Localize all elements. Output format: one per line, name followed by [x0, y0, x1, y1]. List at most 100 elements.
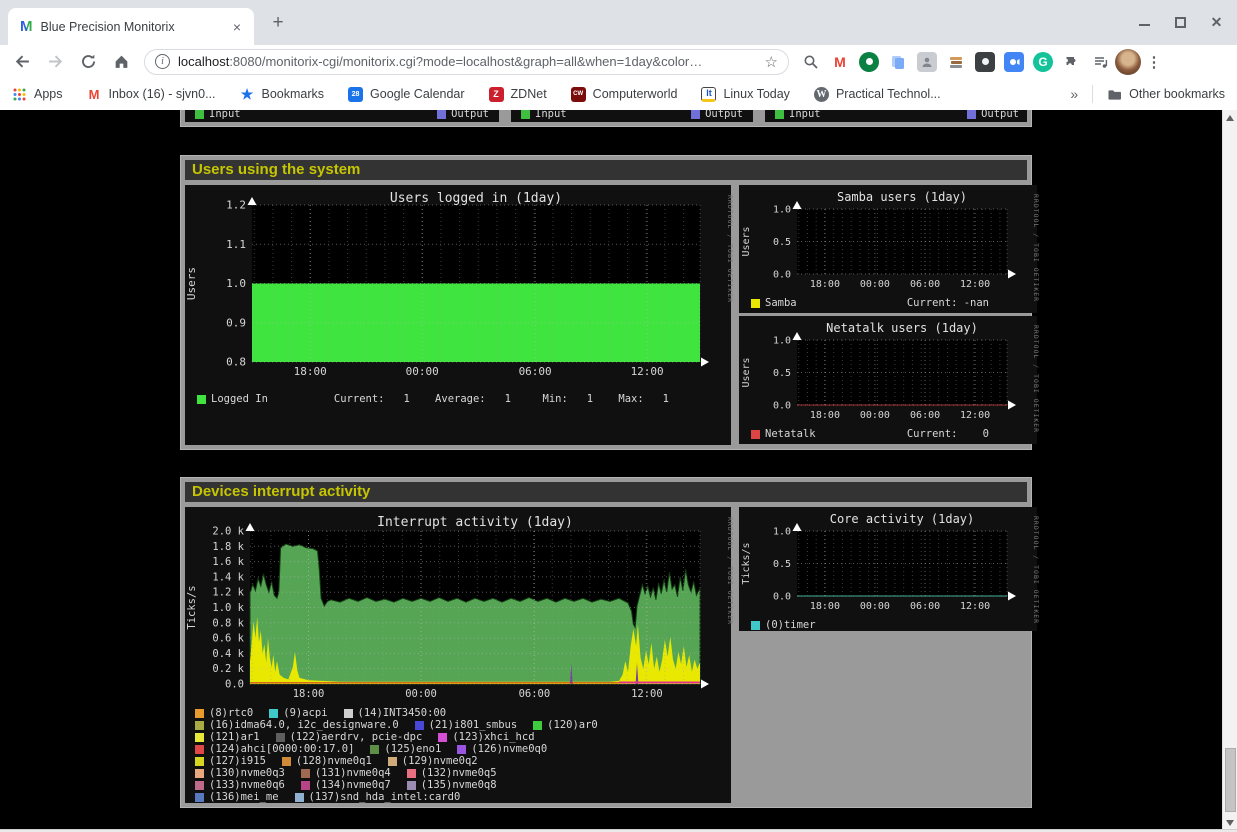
- bookmark-computerworld[interactable]: CW Computerworld: [571, 87, 678, 102]
- bookmark-zdnet[interactable]: Z ZDNet: [489, 87, 547, 102]
- bookmark-google-calendar[interactable]: 28 Google Calendar: [348, 87, 465, 102]
- legend-label: (125)eno1: [384, 743, 441, 755]
- bookmark-label: Other bookmarks: [1129, 87, 1225, 101]
- bookmark-linux-today[interactable]: lt Linux Today: [701, 87, 790, 102]
- gmail-extension-icon[interactable]: M: [830, 52, 850, 72]
- legend-label: (133)nvme0q6: [209, 779, 285, 791]
- legend-label: (21)i801_smbus: [429, 719, 518, 731]
- samba-users-chart: 18:0000:0006:0012:001.00.50.0Samba users…: [739, 190, 1037, 289]
- maximize-button[interactable]: [1175, 17, 1186, 28]
- copy-pages-extension-icon[interactable]: [888, 52, 908, 72]
- back-button[interactable]: [9, 48, 36, 75]
- x-tick-label: 18:00: [294, 365, 327, 378]
- y-axis-label: Users: [741, 226, 752, 256]
- scrollbar-thumb[interactable]: [1225, 748, 1236, 812]
- extensions-puzzle-icon[interactable]: [1062, 52, 1082, 72]
- reload-button[interactable]: [75, 48, 102, 75]
- x-axis-arrow-icon: [701, 680, 709, 689]
- phone-extension-icon[interactable]: [859, 52, 879, 72]
- legend-swatch: [195, 709, 204, 718]
- window-close-button[interactable]: ✕: [1210, 16, 1223, 29]
- legend-row: SambaCurrent: -nan: [751, 297, 1037, 309]
- legend-label: (126)nvme0q0: [471, 743, 547, 755]
- browser-menu-icon[interactable]: ⋮: [1145, 53, 1163, 71]
- core-activity-legend: (0)timer: [739, 619, 1037, 631]
- star-icon: ★: [240, 87, 255, 102]
- y-axis-arrow-icon: [246, 523, 255, 531]
- scrollbar-down-arrow-icon[interactable]: [1226, 820, 1234, 826]
- legend-label: (136)mei_me: [209, 791, 279, 803]
- legend-row: (130)nvme0q3(131)nvme0q4(132)nvme0q5: [195, 767, 731, 779]
- output-swatch: [691, 110, 700, 119]
- search-extension-icon[interactable]: [801, 52, 821, 72]
- playlist-extension-icon[interactable]: [1091, 52, 1111, 72]
- address-bar[interactable]: i localhost:8080/monitorix-cgi/monitorix…: [144, 49, 789, 75]
- bookmark-label: ZDNet: [511, 87, 547, 101]
- legend-label: (129)nvme0q2: [402, 755, 478, 767]
- legend-row: (0)timer: [751, 619, 1037, 631]
- bookmark-inbox[interactable]: M Inbox (16) - sjvn0...: [87, 87, 216, 102]
- legend-label: (122)aerdrv, pcie-dpc: [290, 731, 423, 743]
- input-swatch: [775, 110, 784, 119]
- linux-today-icon: lt: [701, 87, 716, 102]
- home-button[interactable]: [108, 48, 135, 75]
- legend-label: (128)nvme0q1: [296, 755, 372, 767]
- legend-label: (132)nvme0q5: [421, 767, 497, 779]
- chart-title: Core activity (1day): [830, 512, 975, 526]
- legend-swatch: [195, 733, 204, 742]
- browser-tab[interactable]: M Blue Precision Monitorix ×: [8, 8, 254, 45]
- y-tick-label: 1.6 k: [212, 556, 244, 568]
- bookmark-practical-technology[interactable]: W Practical Technol...: [814, 87, 941, 102]
- users-logged-in-chart: 18:0000:0006:0012:001.21.11.00.90.8Users…: [185, 191, 731, 379]
- netatalk-users-legend: NetatalkCurrent: 0: [739, 428, 1037, 440]
- x-tick-label: 12:00: [631, 688, 663, 700]
- vertical-scrollbar[interactable]: [1222, 110, 1237, 832]
- legend-label: (8)rtc0: [209, 707, 253, 719]
- profile-avatar[interactable]: [1115, 49, 1141, 75]
- y-tick-label: 1.0: [773, 205, 791, 216]
- legend-label: Netatalk: [765, 428, 816, 440]
- y-tick-label: 1.2: [226, 199, 246, 212]
- legend-swatch: [195, 721, 204, 730]
- x-axis-arrow-icon: [1008, 401, 1016, 410]
- legend-label: (120)ar0: [547, 719, 598, 731]
- books-extension-icon[interactable]: [946, 52, 966, 72]
- site-info-icon[interactable]: i: [155, 54, 170, 69]
- minimize-button[interactable]: [1138, 16, 1151, 29]
- legend-swatch: [751, 430, 760, 439]
- lamp-extension-icon[interactable]: [975, 52, 995, 72]
- legend-swatch: [195, 769, 204, 778]
- legend-swatch: [388, 757, 397, 766]
- tab-close-icon[interactable]: ×: [228, 18, 246, 36]
- new-tab-button[interactable]: +: [266, 11, 290, 35]
- bookmark-star-icon[interactable]: ☆: [765, 53, 778, 71]
- x-tick-label: 06:00: [910, 601, 940, 612]
- calendar-icon: 28: [348, 87, 363, 102]
- bookmark-bookmarks[interactable]: ★ Bookmarks: [240, 87, 325, 102]
- legend-output: Output: [691, 110, 743, 120]
- bookmark-apps[interactable]: Apps: [12, 87, 63, 102]
- legend-label: (14)INT3450:00: [358, 707, 447, 719]
- x-tick-label: 12:00: [631, 365, 664, 378]
- section-interrupts: Devices interrupt activity 18:0000:0006:…: [180, 477, 1032, 808]
- legend-label: Samba: [765, 297, 797, 309]
- legend-row: (121)ar1(122)aerdrv, pcie-dpc(123)xhci_h…: [195, 731, 731, 743]
- x-tick-label: 06:00: [519, 365, 552, 378]
- extension-icons: M G: [801, 52, 1111, 72]
- forward-button[interactable]: [42, 48, 69, 75]
- y-tick-label: 0.6 k: [212, 633, 244, 645]
- bookmark-other-bookmarks[interactable]: Other bookmarks: [1107, 87, 1225, 102]
- legend-swatch: [276, 733, 285, 742]
- y-tick-label: 2.0 k: [212, 526, 244, 538]
- bookmarks-overflow-chevron[interactable]: »: [1070, 86, 1078, 102]
- chart-title: Users logged in (1day): [390, 191, 562, 206]
- url-text[interactable]: localhost:8080/monitorix-cgi/monitorix.c…: [178, 54, 702, 69]
- legend-label: (124)ahci[0000:00:17.0]: [209, 743, 354, 755]
- person-extension-icon[interactable]: [917, 52, 937, 72]
- scrollbar-up-arrow-icon[interactable]: [1226, 115, 1234, 121]
- legend-output: Output: [437, 110, 489, 120]
- camera-extension-icon[interactable]: [1004, 52, 1024, 72]
- section-interrupts-title: Devices interrupt activity: [185, 482, 1027, 502]
- y-tick-label: 0.5: [773, 237, 791, 248]
- grammarly-extension-icon[interactable]: G: [1033, 52, 1053, 72]
